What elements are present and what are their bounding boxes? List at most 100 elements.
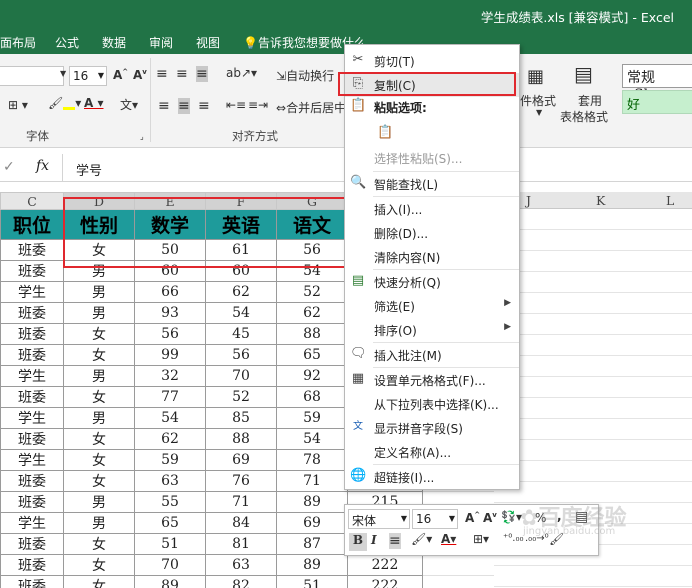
table-cell[interactable]: 班委 [0, 260, 64, 282]
menu-item-define-name[interactable]: 定义名称(A)... [345, 440, 519, 464]
table-cell[interactable]: 女 [63, 575, 135, 588]
fx-icon[interactable]: fx [36, 158, 49, 174]
table-cell[interactable]: 女 [63, 554, 135, 576]
table-cell[interactable]: 87 [276, 533, 348, 555]
col-header-c[interactable]: C [0, 192, 64, 210]
table-cell[interactable]: 62 [276, 302, 348, 324]
increase-font-icon[interactable]: A^ [113, 68, 128, 82]
menu-item-delete[interactable]: 删除(D)... [345, 221, 519, 245]
table-cell[interactable]: 女 [63, 533, 135, 555]
paste-option-default[interactable]: 📋 [345, 119, 519, 147]
table-cell[interactable]: 56 [205, 344, 277, 366]
menu-item-smart-lookup[interactable]: 🔍 智能查找(L) [345, 172, 519, 196]
table-cell[interactable]: 88 [205, 428, 277, 450]
formula-input[interactable]: 学号 [76, 160, 102, 179]
tab-data[interactable]: 数据 [102, 34, 126, 51]
tab-view[interactable]: 视图 [196, 34, 220, 51]
table-cell[interactable]: 学生 [0, 365, 64, 387]
table-cell[interactable]: 男 [63, 302, 135, 324]
table-cell[interactable]: 93 [134, 302, 206, 324]
empty-cell[interactable] [422, 575, 495, 588]
table-cell[interactable]: 班委 [0, 344, 64, 366]
menu-item-phonetic[interactable]: 文显示拼音字段(S) [345, 416, 519, 440]
table-cell[interactable]: 88 [276, 323, 348, 345]
conditional-format-icon[interactable]: ▦ [527, 66, 544, 87]
table-cell[interactable]: 男 [63, 407, 135, 429]
table-cell[interactable]: 89 [134, 575, 206, 588]
align-center-icon[interactable]: ≡ [178, 98, 190, 114]
align-top-icon[interactable]: ≡ [156, 66, 168, 82]
table-cell[interactable]: 32 [134, 365, 206, 387]
table-cell[interactable]: 85 [205, 407, 277, 429]
table-format-icon[interactable]: ▤ [574, 62, 593, 86]
table-cell[interactable]: 99 [134, 344, 206, 366]
table-cell[interactable]: 55 [134, 491, 206, 513]
table-cell[interactable]: 女 [63, 344, 135, 366]
menu-item-sort[interactable]: 排序(O) ▶ [345, 318, 519, 342]
table-cell[interactable]: 71 [276, 470, 348, 492]
style-normal-sheet[interactable]: 常规_Shee [622, 64, 692, 103]
increase-decimal-icon[interactable]: ⁺⁰.₀₀ [503, 533, 523, 544]
decrease-font-icon[interactable]: Av [483, 511, 497, 525]
table-cell[interactable]: 学生 [0, 512, 64, 534]
table-cell[interactable]: 男 [63, 491, 135, 513]
table-cell[interactable]: 52 [205, 386, 277, 408]
table-cell[interactable]: 65 [276, 344, 348, 366]
accounting-format-icon[interactable]: 💱▾ [501, 510, 522, 524]
table-cell[interactable]: 222 [347, 554, 423, 576]
bold-icon[interactable]: B [349, 533, 367, 551]
table-cell[interactable]: 女 [63, 428, 135, 450]
table-cell[interactable]: 45 [205, 323, 277, 345]
table-cell[interactable]: 59 [276, 407, 348, 429]
table-cell[interactable]: 班委 [0, 386, 64, 408]
empty-cell[interactable] [422, 554, 495, 576]
table-cell[interactable]: 学生 [0, 281, 64, 303]
table-cell[interactable]: 54 [276, 428, 348, 450]
table-cell[interactable]: 92 [276, 365, 348, 387]
table-format-label-2[interactable]: 表格格式 [560, 108, 608, 125]
style-good[interactable]: 好 [622, 90, 692, 114]
table-cell[interactable]: 班委 [0, 323, 64, 345]
conditional-format-label[interactable]: 件格式 [520, 92, 556, 109]
table-cell[interactable]: 69 [205, 449, 277, 471]
table-cell[interactable]: 51 [276, 575, 348, 588]
table-cell[interactable]: 81 [205, 533, 277, 555]
mini-size-select[interactable]: 16 ▼ [412, 509, 458, 529]
orientation-icon[interactable]: ab↗▾ [226, 66, 257, 80]
table-cell[interactable]: 女 [63, 386, 135, 408]
menu-item-filter[interactable]: 筛选(E) ▶ [345, 294, 519, 318]
font-name-select[interactable] [0, 66, 64, 86]
tab-page-layout[interactable]: 面布局 [0, 34, 36, 51]
table-cell[interactable]: 89 [276, 554, 348, 576]
table-cell[interactable]: 65 [134, 512, 206, 534]
header-cell-position[interactable]: 职位 [0, 209, 64, 240]
table-cell[interactable]: 89 [276, 491, 348, 513]
table-cell[interactable]: 70 [134, 554, 206, 576]
decrease-font-icon[interactable]: Av [133, 68, 147, 82]
table-format-label-1[interactable]: 套用 [578, 92, 602, 109]
table-cell[interactable]: 班委 [0, 239, 64, 261]
table-cell[interactable]: 班委 [0, 302, 64, 324]
table-cell[interactable]: 男 [63, 512, 135, 534]
font-color-icon[interactable]: A▾ [441, 532, 456, 546]
enter-check-icon[interactable]: ✓ [3, 159, 15, 175]
center-align-icon[interactable]: ≡ [389, 533, 401, 549]
col-header-k[interactable]: K [596, 193, 605, 208]
increase-font-icon[interactable]: A^ [465, 511, 480, 525]
tab-formulas[interactable]: 公式 [55, 34, 79, 51]
wrap-text-button[interactable]: ⇲自动换行 [276, 67, 334, 84]
table-cell[interactable]: 62 [134, 428, 206, 450]
table-cell[interactable]: 54 [205, 302, 277, 324]
menu-item-insert[interactable]: 插入(I)... [345, 197, 519, 221]
table-cell[interactable]: 女 [63, 449, 135, 471]
table-cell[interactable]: 学生 [0, 407, 64, 429]
table-cell[interactable]: 84 [205, 512, 277, 534]
table-cell[interactable]: 班委 [0, 533, 64, 555]
align-middle-icon[interactable]: ≡ [176, 66, 188, 82]
dialog-launcher-icon[interactable]: ⌟ [140, 132, 144, 141]
table-cell[interactable]: 76 [205, 470, 277, 492]
mini-font-select[interactable]: 宋体 ▼ [348, 509, 410, 529]
align-bottom-icon[interactable]: ≡ [196, 66, 208, 82]
table-cell[interactable]: 66 [134, 281, 206, 303]
menu-item-hyperlink[interactable]: 🌐 超链接(I)... [345, 465, 519, 489]
